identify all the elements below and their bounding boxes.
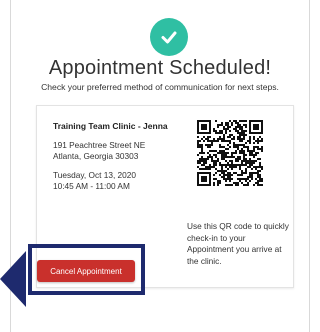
check-icon xyxy=(150,18,188,56)
qr-code-icon xyxy=(197,120,263,186)
appointment-datetime: Tuesday, Oct 13, 2020 10:45 AM - 11:00 A… xyxy=(53,170,136,192)
arrow-left-icon xyxy=(0,251,26,307)
clinic-name: Training Team Clinic - Jenna xyxy=(53,121,168,131)
appointment-date: Tuesday, Oct 13, 2020 xyxy=(53,170,137,180)
cancel-appointment-button[interactable]: Cancel Appointment xyxy=(37,260,135,282)
qr-instructions: Use this QR code to quickly check-in to … xyxy=(187,221,289,266)
clinic-address: 191 Peachtree Street NE Atlanta, Georgia… xyxy=(53,140,145,162)
appointment-time: 10:45 AM - 11:00 AM xyxy=(53,181,130,191)
page-title: Appointment Scheduled! xyxy=(48,57,272,79)
page-subtitle: Check your preferred method of communica… xyxy=(41,82,279,92)
address-line-1: 191 Peachtree Street NE xyxy=(53,140,146,150)
address-line-2: Atlanta, Georgia 30303 xyxy=(53,151,139,161)
